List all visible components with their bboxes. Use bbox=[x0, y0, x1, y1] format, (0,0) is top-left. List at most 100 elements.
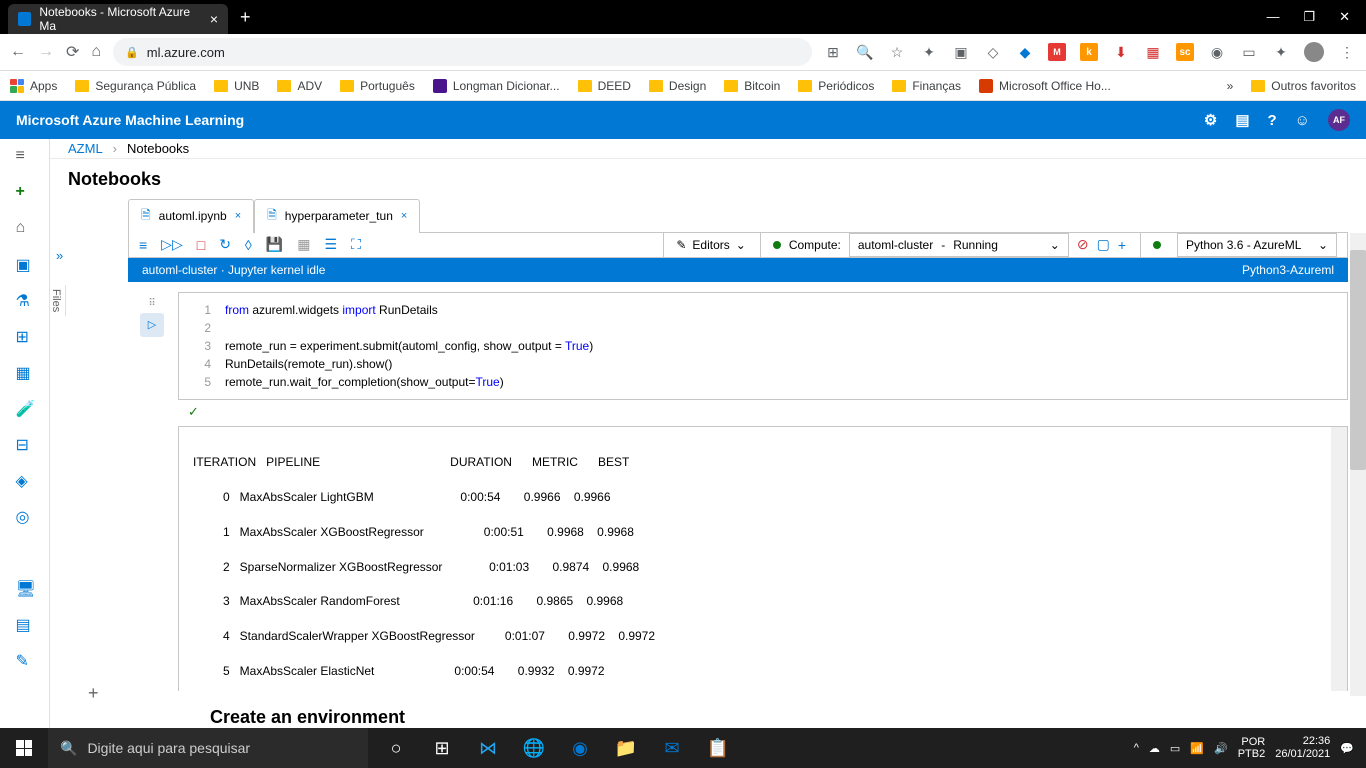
files-expand-icon[interactable]: » bbox=[56, 248, 63, 263]
output-scrollbar[interactable] bbox=[1331, 427, 1347, 691]
bookmark-item[interactable]: Longman Dicionar... bbox=[433, 79, 560, 93]
bookmark-item[interactable]: UNB bbox=[214, 79, 259, 93]
run-all-icon[interactable]: ▷▷ bbox=[161, 236, 183, 253]
help-icon[interactable]: ? bbox=[1268, 112, 1277, 129]
automl-icon[interactable]: ⚗ bbox=[16, 291, 34, 309]
maximize-icon[interactable]: ❐ bbox=[1303, 9, 1315, 25]
notifications-icon[interactable]: 💬 bbox=[1340, 742, 1354, 755]
other-bookmarks[interactable]: Outros favoritos bbox=[1251, 79, 1356, 93]
breadcrumb-root[interactable]: AZML bbox=[68, 141, 103, 156]
pipelines-icon[interactable]: ⊟ bbox=[16, 435, 34, 453]
files-panel-label[interactable]: Files bbox=[50, 285, 66, 316]
ext-icon[interactable]: ▦ bbox=[1144, 43, 1162, 61]
cortana-icon[interactable]: ○ bbox=[374, 728, 418, 768]
models-icon[interactable]: ◈ bbox=[16, 471, 34, 489]
ext-icon[interactable]: ◉ bbox=[1208, 43, 1226, 61]
address-bar[interactable]: 🔒 ml.azure.com bbox=[113, 38, 812, 66]
volume-icon[interactable]: 🔊 bbox=[1214, 742, 1228, 755]
search-icon[interactable]: 🔍 bbox=[856, 43, 874, 61]
tray-chevron-icon[interactable]: ^ bbox=[1134, 742, 1139, 754]
battery-icon[interactable]: ▭ bbox=[1170, 742, 1180, 755]
forward-icon[interactable]: → bbox=[38, 43, 54, 61]
feedback-icon[interactable]: ▤ bbox=[1235, 111, 1249, 129]
compute-selector[interactable]: automl-cluster - Running ⌄ bbox=[849, 233, 1069, 257]
restart-icon[interactable]: ↻ bbox=[219, 236, 231, 253]
ext-icon[interactable]: sc bbox=[1176, 43, 1194, 61]
back-icon[interactable]: ← bbox=[10, 43, 26, 61]
add-compute-icon[interactable]: + bbox=[1118, 237, 1126, 253]
bookmark-item[interactable]: Periódicos bbox=[798, 79, 874, 93]
menu-icon[interactable]: ≡ bbox=[139, 237, 147, 253]
home-icon[interactable]: ⌂ bbox=[16, 219, 34, 237]
ext-icon[interactable]: ▣ bbox=[952, 43, 970, 61]
edge-icon[interactable]: ◉ bbox=[558, 728, 602, 768]
clock[interactable]: 22:3626/01/2021 bbox=[1275, 735, 1330, 761]
tab-close-icon[interactable]: × bbox=[210, 11, 218, 27]
kernel-selector[interactable]: Python 3.6 - AzureML ⌄ bbox=[1177, 233, 1337, 257]
variable-icon[interactable]: ▦ bbox=[297, 236, 310, 253]
ext-icon[interactable]: ◆ bbox=[1016, 43, 1034, 61]
chrome-icon[interactable]: 🌐 bbox=[512, 728, 556, 768]
file-tab-hyperparam[interactable]: 🗎 hyperparameter_tun × bbox=[254, 199, 420, 233]
menu-icon[interactable]: ≡ bbox=[16, 147, 34, 165]
bookmark-item[interactable]: Microsoft Office Ho... bbox=[979, 79, 1111, 93]
reload-icon[interactable]: ⟳ bbox=[66, 42, 79, 62]
stop-icon[interactable]: □ bbox=[197, 237, 205, 253]
add-cell-icon[interactable]: + bbox=[88, 683, 99, 704]
save-icon[interactable]: 💾 bbox=[266, 236, 283, 253]
ext-icon[interactable]: M bbox=[1048, 43, 1066, 61]
menu-icon[interactable]: ⋮ bbox=[1338, 43, 1356, 61]
code-cell[interactable]: 1from azureml.widgets import RunDetails … bbox=[178, 292, 1348, 400]
close-tab-icon[interactable]: × bbox=[235, 210, 241, 222]
close-tab-icon[interactable]: × bbox=[401, 210, 407, 222]
bookmark-item[interactable]: Bitcoin bbox=[724, 79, 780, 93]
ext-icon[interactable]: k bbox=[1080, 43, 1098, 61]
settings-icon[interactable]: ⚙ bbox=[1204, 111, 1217, 129]
onedrive-icon[interactable]: ☁ bbox=[1149, 742, 1160, 755]
labeling-icon[interactable]: ✎ bbox=[16, 651, 34, 669]
start-button[interactable] bbox=[0, 728, 48, 768]
apps-button[interactable]: Apps bbox=[10, 79, 57, 93]
editors-dropdown[interactable]: ✎ Editors ⌄ bbox=[663, 233, 745, 257]
experiments-icon[interactable]: 🧪 bbox=[16, 399, 34, 417]
explorer-icon[interactable]: 📁 bbox=[604, 728, 648, 768]
list-icon[interactable]: ☰ bbox=[325, 236, 338, 253]
app-icon[interactable]: 📋 bbox=[696, 728, 740, 768]
ext-icon[interactable]: ⬇ bbox=[1112, 43, 1130, 61]
ext-icon[interactable]: ▭ bbox=[1240, 43, 1258, 61]
page-scroll-thumb[interactable] bbox=[1350, 250, 1366, 470]
vscode-icon[interactable]: ⋈ bbox=[466, 728, 510, 768]
language-indicator[interactable]: PORPTB2 bbox=[1238, 736, 1266, 760]
extensions-icon[interactable]: ✦ bbox=[1272, 43, 1290, 61]
datasets-icon[interactable]: ▦ bbox=[16, 363, 34, 381]
profile-avatar[interactable] bbox=[1304, 42, 1324, 62]
translate-icon[interactable]: ⊞ bbox=[824, 43, 842, 61]
star-icon[interactable]: ☆ bbox=[888, 43, 906, 61]
smile-icon[interactable]: ☺ bbox=[1295, 112, 1310, 129]
wifi-icon[interactable]: 📶 bbox=[1190, 742, 1204, 755]
designer-icon[interactable]: ⊞ bbox=[16, 327, 34, 345]
file-tab-automl[interactable]: 🗎 automl.ipynb × bbox=[128, 199, 254, 233]
run-cell-button[interactable]: ▷ bbox=[140, 313, 164, 337]
mail-icon[interactable]: ✉ bbox=[650, 728, 694, 768]
bookmark-item[interactable]: Português bbox=[340, 79, 415, 93]
ext-icon[interactable]: ◇ bbox=[984, 43, 1002, 61]
notebooks-icon[interactable]: ▣ bbox=[16, 255, 34, 273]
bookmark-item[interactable]: Design bbox=[649, 79, 706, 93]
close-window-icon[interactable]: ✕ bbox=[1339, 9, 1350, 25]
bookmark-item[interactable]: Segurança Pública bbox=[75, 79, 196, 93]
bookmarks-overflow[interactable]: » bbox=[1227, 79, 1234, 93]
bookmark-item[interactable]: ADV bbox=[277, 79, 322, 93]
new-tab-button[interactable]: + bbox=[240, 7, 251, 28]
browser-tab[interactable]: Notebooks - Microsoft Azure Ma × bbox=[8, 4, 228, 34]
compute-icon[interactable]: 🖥 bbox=[16, 579, 34, 597]
datastores-icon[interactable]: ▤ bbox=[16, 615, 34, 633]
ext-icon[interactable]: ✦ bbox=[920, 43, 938, 61]
clear-icon[interactable]: ◊ bbox=[245, 237, 252, 253]
expand-icon[interactable]: ⛶ bbox=[351, 236, 361, 253]
taskview-icon[interactable]: ⊞ bbox=[420, 728, 464, 768]
stop-compute-icon[interactable]: ⊘ bbox=[1077, 236, 1089, 253]
endpoints-icon[interactable]: ◎ bbox=[16, 507, 34, 525]
terminal-icon[interactable]: ▢ bbox=[1097, 236, 1110, 253]
add-icon[interactable]: + bbox=[16, 183, 34, 201]
